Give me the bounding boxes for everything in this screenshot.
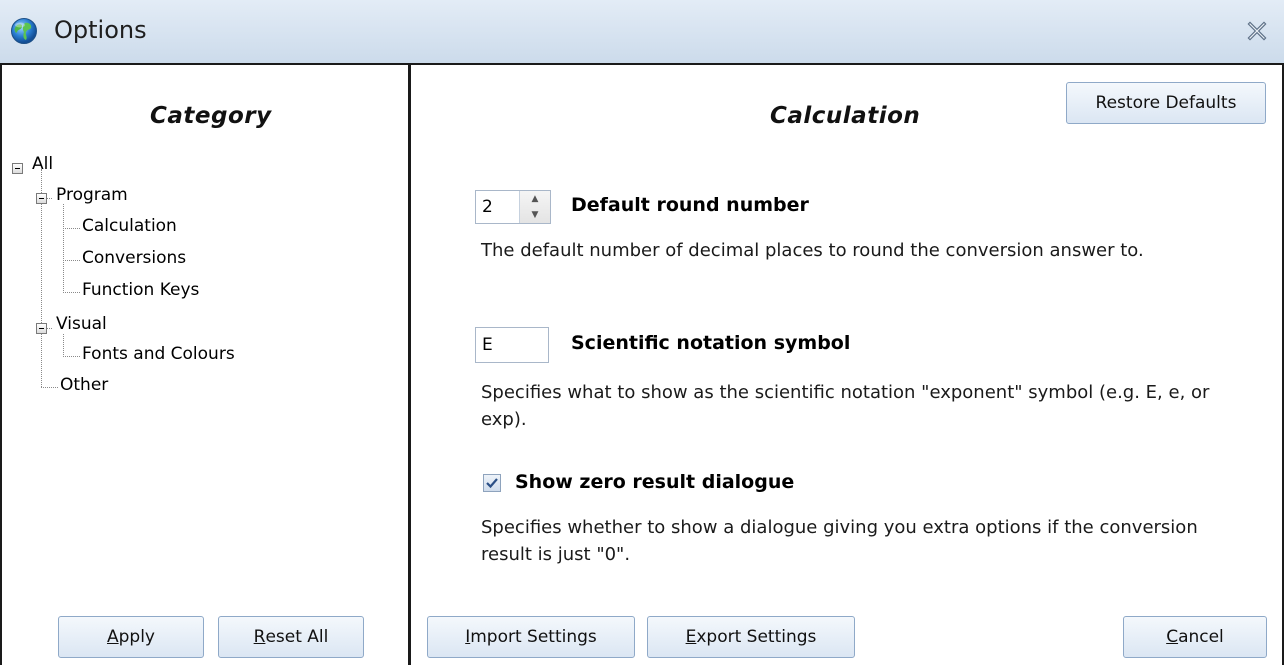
tree-item-other[interactable]: Other [60, 375, 108, 395]
reset-all-label: eset All [265, 627, 329, 647]
reset-all-button[interactable]: Reset All [218, 616, 364, 658]
scientific-symbol-field[interactable]: E [475, 327, 549, 363]
zero-result-checkbox[interactable] [483, 474, 501, 492]
calculation-pane: Calculation Restore Defaults 2 ▲ ▼ Defau… [411, 65, 1284, 665]
export-settings-button[interactable]: Export Settings [647, 616, 855, 658]
tree-connector [63, 228, 80, 229]
tree-connector [63, 292, 80, 293]
import-label: mport Settings [470, 627, 597, 647]
cancel-button[interactable]: Cancel [1123, 616, 1267, 658]
zero-result-label[interactable]: Show zero result dialogue [515, 471, 794, 493]
tree-item-function-keys[interactable]: Function Keys [82, 280, 199, 300]
chevron-down-icon[interactable]: ▼ [520, 207, 550, 223]
import-settings-button[interactable]: Import Settings [427, 616, 635, 658]
tree-item-calculation[interactable]: Calculation [82, 216, 177, 236]
round-number-stepper[interactable]: 2 ▲ ▼ [475, 190, 551, 224]
round-number-description: The default number of decimal places to … [481, 240, 1144, 261]
category-pane: Category All Program Calculation Convers… [0, 65, 410, 665]
panel-heading: Calculation [770, 103, 921, 129]
tree-connector [63, 260, 80, 261]
reset-all-accelerator: R [253, 627, 266, 647]
window-title: Options [54, 16, 147, 44]
globe-icon [10, 17, 38, 45]
tree-item-visual[interactable]: Visual [56, 314, 107, 334]
cancel-label: ancel [1178, 627, 1224, 647]
category-heading: Category [150, 103, 272, 129]
tree-item-conversions[interactable]: Conversions [82, 248, 186, 268]
scientific-symbol-description: Specifies what to show as the scientific… [481, 382, 1210, 430]
export-accelerator: E [685, 627, 697, 647]
tree-item-all[interactable]: All [32, 154, 53, 174]
checkmark-icon [486, 478, 498, 489]
round-number-value[interactable]: 2 [482, 197, 493, 217]
cancel-accelerator: C [1166, 627, 1179, 647]
tree-connector [63, 334, 64, 357]
zero-result-description: Specifies whether to show a dialogue giv… [481, 517, 1198, 565]
stepper-buttons: ▲ ▼ [519, 191, 550, 223]
collapse-all-icon[interactable] [12, 163, 23, 174]
tree-item-fonts-and-colours[interactable]: Fonts and Colours [82, 344, 235, 364]
tree-connector [41, 387, 58, 388]
tree-item-program[interactable]: Program [56, 185, 128, 205]
tree-connector [63, 204, 64, 293]
options-window: Options Category All Program Calculation… [0, 0, 1284, 665]
close-icon[interactable] [1244, 18, 1270, 44]
restore-defaults-button[interactable]: Restore Defaults [1066, 82, 1266, 124]
tree-connector [63, 356, 80, 357]
apply-button[interactable]: Apply [58, 616, 204, 658]
round-number-label: Default round number [571, 194, 809, 216]
scientific-symbol-value[interactable]: E [482, 335, 493, 355]
apply-accelerator: A [106, 627, 119, 647]
collapse-visual-icon[interactable] [36, 323, 47, 334]
title-bar[interactable]: Options [0, 0, 1284, 65]
apply-label: pply [118, 627, 155, 647]
chevron-up-icon[interactable]: ▲ [520, 191, 550, 207]
export-label: xport Settings [696, 627, 817, 647]
scientific-symbol-label: Scientific notation symbol [571, 332, 851, 354]
collapse-program-icon[interactable] [36, 193, 47, 204]
